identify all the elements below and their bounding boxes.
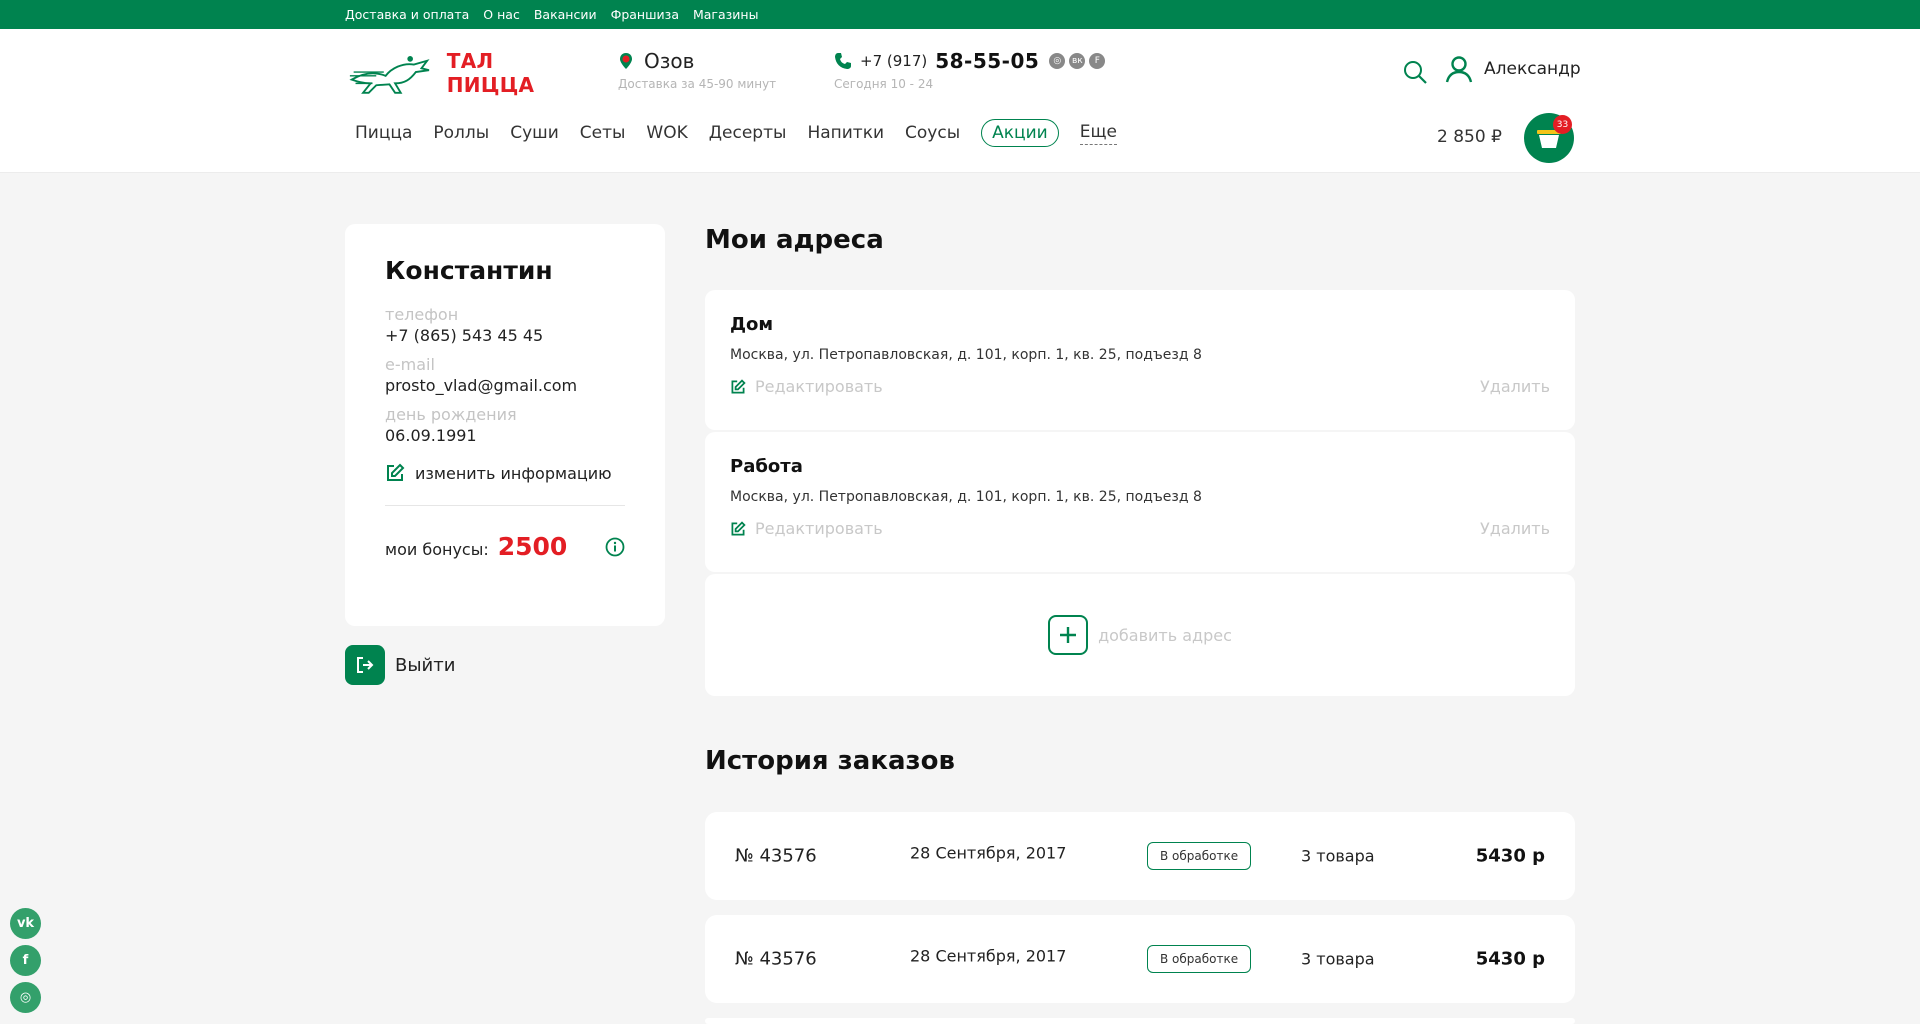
logout-icon [345, 645, 385, 685]
address-text: Москва, ул. Петропавловская, д. 101, кор… [730, 489, 1202, 505]
delete-address-button[interactable]: Удалить [1480, 377, 1550, 396]
logo-text: ТАЛ ПИЦЦА [446, 49, 535, 97]
email-label: e-mail [385, 355, 435, 374]
top-links: Доставка и оплата О нас Вакансии Франшиз… [345, 0, 758, 29]
address-text: Москва, ул. Петропавловская, д. 101, кор… [730, 347, 1202, 363]
profile-name: Константин [385, 256, 553, 285]
top-bar: Доставка и оплата О нас Вакансии Франшиз… [0, 0, 1920, 29]
birthday-value: 06.09.1991 [385, 426, 477, 445]
user-menu[interactable]: Александр [1444, 55, 1581, 83]
phone-label: телефон [385, 305, 459, 324]
top-link-delivery[interactable]: Доставка и оплата [345, 7, 469, 22]
horse-logo-icon [349, 56, 430, 94]
top-link-vacancies[interactable]: Вакансии [534, 7, 597, 22]
bonus-value: 2500 [497, 532, 568, 561]
address-card-home: Дом Москва, ул. Петропавловская, д. 101,… [705, 290, 1575, 430]
address-name: Работа [730, 456, 803, 477]
edit-address-button[interactable]: Редактировать [730, 519, 883, 538]
edit-icon [731, 520, 746, 535]
order-status-badge: В обработке [1147, 842, 1252, 870]
order-row[interactable]: № 43576 28 Сентября, 2017 В обработке 3 … [705, 812, 1575, 900]
cart-count-badge: 33 [1553, 115, 1572, 134]
instagram-icon[interactable]: ◎ [10, 982, 41, 1013]
order-number: № 43576 [735, 845, 817, 867]
top-link-franchise[interactable]: Франшиза [611, 7, 679, 22]
nav-item-drinks[interactable]: Напитки [807, 123, 884, 143]
phone-value: +7 (865) 543 45 45 [385, 326, 544, 345]
birthday-label: день рождения [385, 405, 517, 424]
order-sum: 5430 р [1475, 845, 1545, 867]
nav-item-sushi[interactable]: Суши [510, 123, 559, 143]
edit-address-label: Редактировать [755, 519, 883, 538]
map-pin-icon [620, 53, 632, 69]
instagram-icon[interactable]: ◎ [1049, 53, 1066, 69]
search-icon[interactable] [1402, 59, 1428, 85]
main-nav: Пицца Роллы Суши Сеты WOK Десерты Напитк… [355, 119, 1117, 147]
nav-item-pizza[interactable]: Пицца [355, 123, 412, 143]
logout-label: Выйти [395, 654, 456, 676]
order-qty: 3 товара [1301, 949, 1375, 969]
delivery-time: Доставка за 45-90 минут [618, 77, 777, 91]
order-status-badge: В обработке [1147, 945, 1252, 973]
info-icon[interactable] [605, 537, 625, 557]
side-socials: vk f ◎ [10, 908, 41, 1013]
user-icon [1445, 56, 1473, 83]
nav-item-more[interactable]: Еще [1079, 122, 1117, 145]
bonus-label: мои бонусы: [385, 540, 489, 559]
profile-card: Константин телефон +7 (865) 543 45 45 e-… [345, 224, 665, 626]
plus-icon [1048, 615, 1089, 655]
edit-info-button[interactable]: изменить информацию [385, 463, 625, 483]
nav-item-sets[interactable]: Сеты [580, 123, 626, 143]
cart-total[interactable]: 2 850 ₽ [1437, 127, 1502, 147]
order-qty: 3 товара [1301, 846, 1375, 866]
phone-number[interactable]: 58-55-05 [935, 49, 1039, 73]
add-address-button[interactable]: добавить адрес [705, 574, 1575, 696]
working-hours: Сегодня 10 - 24 [834, 77, 934, 91]
edit-address-button[interactable]: Редактировать [730, 377, 883, 396]
address-name: Дом [730, 314, 774, 335]
email-value: prosto_vlad@gmail.com [385, 376, 578, 395]
edit-info-label: изменить информацию [415, 463, 612, 483]
phone-block: +7 (917) 58-55-05 ◎ вк F Сегодня 10 - 24 [834, 49, 1106, 91]
edit-icon [387, 463, 405, 481]
orders-title: История заказов [705, 746, 955, 776]
logo[interactable]: ТАЛ ПИЦЦА [348, 48, 580, 98]
nav-item-wok[interactable]: WOK [646, 123, 687, 143]
city-name: Озов [644, 49, 695, 73]
nav-item-rolls[interactable]: Роллы [433, 123, 489, 143]
phone-icon [835, 53, 851, 69]
foursquare-icon[interactable]: F [1089, 53, 1106, 69]
vk-icon[interactable]: vk [10, 908, 41, 939]
header: ТАЛ ПИЦЦА Озов Доставка за 45-90 минут +… [0, 29, 1920, 173]
edit-icon [731, 378, 746, 393]
nav-item-desserts[interactable]: Десерты [709, 123, 787, 143]
add-address-label: добавить адрес [1098, 625, 1232, 645]
order-sum: 5430 р [1475, 948, 1545, 970]
address-card-work: Работа Москва, ул. Петропавловская, д. 1… [705, 432, 1575, 572]
logout-button[interactable]: Выйти [345, 645, 455, 685]
delete-address-button[interactable]: Удалить [1480, 519, 1550, 538]
bonus-row: мои бонусы: 2500 [385, 532, 625, 561]
order-date: 28 Сентября, 2017 [910, 843, 1067, 863]
order-row[interactable]: № 43576 28 Сентября, 2017 В обработке 3 … [705, 915, 1575, 1003]
city-selector[interactable]: Озов Доставка за 45-90 минут [618, 49, 776, 91]
vk-icon[interactable]: вк [1069, 53, 1086, 69]
order-number: № 43576 [735, 948, 817, 970]
user-name: Александр [1484, 59, 1581, 79]
nav-item-sauces[interactable]: Соусы [905, 123, 960, 143]
facebook-icon[interactable]: f [10, 945, 41, 976]
top-link-stores[interactable]: Магазины [693, 7, 759, 22]
top-link-about[interactable]: О нас [483, 7, 520, 22]
phone-code: +7 (917) [860, 52, 928, 70]
header-socials: ◎ вк F [1049, 53, 1106, 69]
nav-item-promo[interactable]: Акции [981, 119, 1059, 147]
edit-address-label: Редактировать [755, 377, 883, 396]
order-row-partial [705, 1018, 1575, 1024]
divider [385, 505, 625, 506]
order-date: 28 Сентября, 2017 [910, 946, 1067, 966]
addresses-title: Мои адреса [705, 225, 884, 255]
